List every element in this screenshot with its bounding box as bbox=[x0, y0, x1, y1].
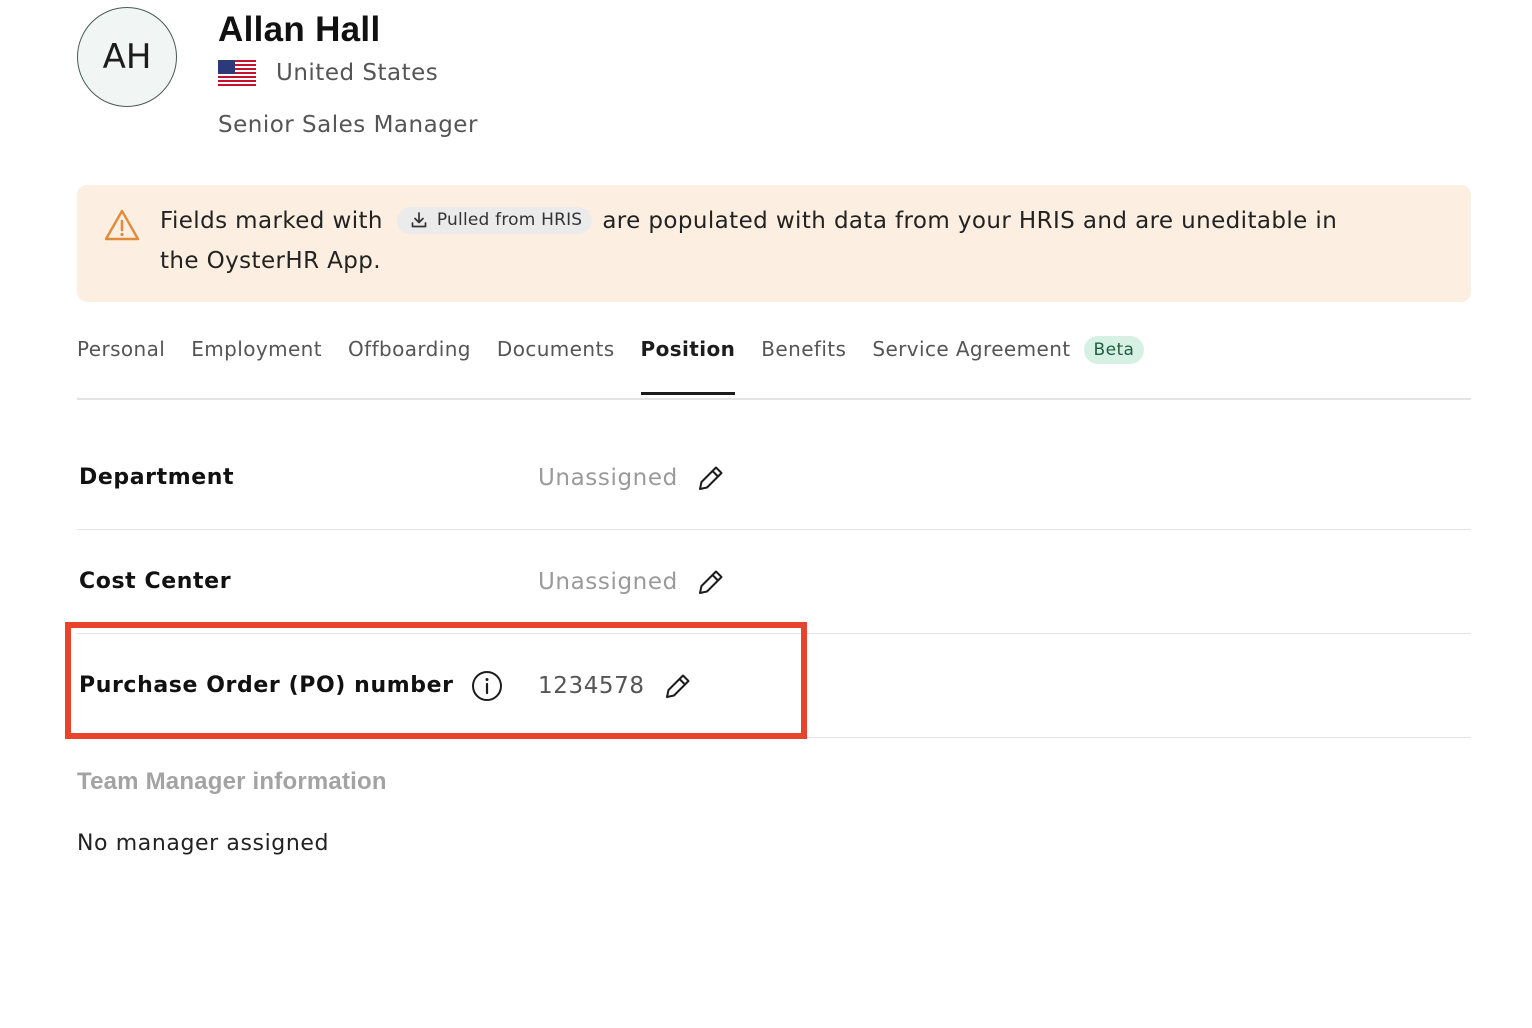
tab-documents[interactable]: Documents bbox=[497, 333, 615, 395]
cost-center-label: Cost Center bbox=[79, 530, 231, 633]
avatar-initials: AH bbox=[102, 37, 152, 77]
department-value-text: Unassigned bbox=[538, 464, 678, 491]
department-label: Department bbox=[79, 426, 234, 529]
tab-position[interactable]: Position bbox=[640, 333, 736, 395]
po-number-label: Purchase Order (PO) number bbox=[79, 634, 504, 737]
no-manager-text: No manager assigned bbox=[77, 831, 330, 856]
tab-service-agreement-label: Service Agreement bbox=[872, 337, 1071, 361]
cost-center-row: Cost Center Unassigned bbox=[77, 530, 1471, 634]
po-number-value-text: 1234578 bbox=[538, 672, 645, 699]
info-icon[interactable] bbox=[470, 669, 504, 703]
beta-badge: Beta bbox=[1083, 336, 1145, 364]
tab-service-agreement[interactable]: Service Agreement Beta bbox=[872, 333, 1145, 395]
country-row: United States bbox=[218, 60, 438, 86]
banner-text-after: are populated with data from your HRIS a… bbox=[602, 207, 1338, 234]
tab-employment[interactable]: Employment bbox=[191, 333, 322, 395]
profile-tabs: Personal Employment Offboarding Document… bbox=[77, 333, 1170, 395]
tab-benefits[interactable]: Benefits bbox=[761, 333, 846, 395]
pencil-icon[interactable] bbox=[694, 461, 728, 495]
banner-text-line-1: Fields marked with Pulled from HRIS are … bbox=[160, 207, 1337, 234]
po-number-value: 1234578 bbox=[538, 634, 695, 737]
cost-center-value-text: Unassigned bbox=[538, 568, 678, 595]
department-row: Department Unassigned bbox=[77, 426, 1471, 530]
pulled-from-hris-chip: Pulled from HRIS bbox=[396, 207, 593, 234]
hris-info-banner: Fields marked with Pulled from HRIS are … bbox=[77, 185, 1471, 302]
us-flag-icon bbox=[218, 60, 256, 86]
tabs-divider bbox=[77, 398, 1471, 400]
department-value: Unassigned bbox=[538, 426, 728, 529]
country-name: United States bbox=[276, 60, 439, 86]
department-label-text: Department bbox=[79, 465, 235, 490]
po-number-row: Purchase Order (PO) number 1234578 bbox=[77, 634, 1471, 738]
banner-text-line-2: the OysterHR App. bbox=[160, 248, 382, 274]
tab-personal[interactable]: Personal bbox=[77, 333, 165, 395]
employee-name: Allan Hall bbox=[218, 10, 381, 49]
avatar: AH bbox=[77, 7, 177, 107]
cost-center-label-text: Cost Center bbox=[79, 569, 232, 594]
job-title: Senior Sales Manager bbox=[218, 112, 478, 138]
pencil-icon[interactable] bbox=[694, 565, 728, 599]
pencil-icon[interactable] bbox=[661, 669, 695, 703]
download-icon bbox=[411, 212, 427, 228]
po-number-label-text: Purchase Order (PO) number bbox=[79, 673, 454, 698]
banner-text-before: Fields marked with bbox=[160, 207, 383, 234]
team-manager-heading: Team Manager information bbox=[77, 768, 387, 795]
chip-label: Pulled from HRIS bbox=[436, 210, 583, 230]
warning-icon bbox=[104, 209, 140, 241]
cost-center-value: Unassigned bbox=[538, 530, 728, 633]
tab-offboarding[interactable]: Offboarding bbox=[348, 333, 471, 395]
